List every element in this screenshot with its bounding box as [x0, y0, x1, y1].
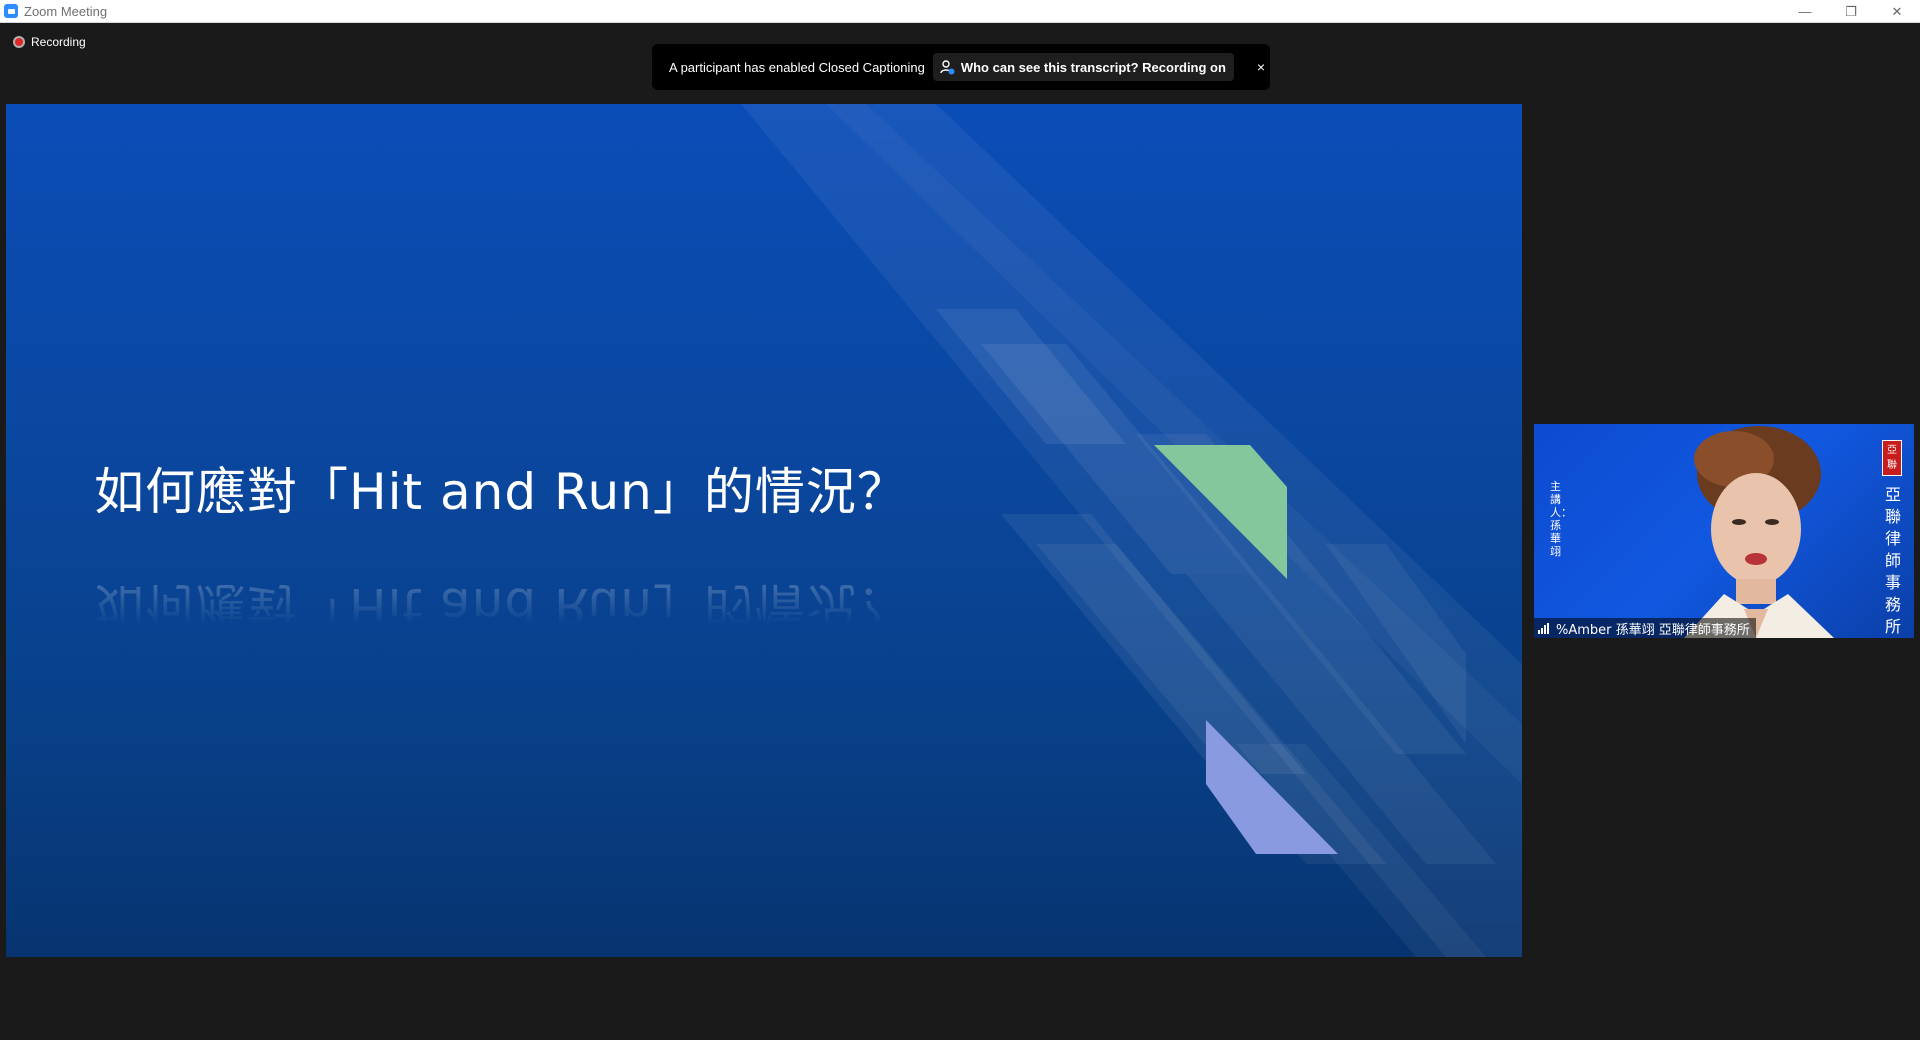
participant-name: %Amber 孫華翊 亞聯律師事務所	[1556, 622, 1750, 638]
window-title: Zoom Meeting	[24, 3, 108, 19]
window-titlebar: Zoom Meeting — ❐ ✕	[0, 0, 1920, 23]
closed-caption-banner: A participant has enabled Closed Caption…	[652, 44, 1270, 90]
speaker-caption-vertical: 主講人：孫華翊	[1550, 480, 1572, 558]
recording-indicator[interactable]: Recording	[13, 35, 86, 49]
signal-strength-icon	[1538, 622, 1552, 634]
shared-screen-slide: 如何應對「Hit and Run」的情況？ 如何應對「Hit and Run」的…	[6, 104, 1522, 957]
recording-label: Recording	[31, 35, 86, 49]
slide-decoration	[741, 104, 1522, 957]
transcript-visibility-link[interactable]: Who can see this transcript? Recording o…	[932, 53, 1234, 81]
recording-dot-icon	[13, 36, 25, 48]
zoom-app-icon	[4, 4, 18, 18]
close-window-button[interactable]: ✕	[1874, 0, 1920, 23]
close-banner-button[interactable]: ×	[1252, 58, 1270, 76]
window-controls: — ❐ ✕	[1782, 0, 1920, 23]
person-info-icon	[940, 60, 955, 75]
slide-title: 如何應對「Hit and Run」的情況？	[94, 463, 908, 521]
transcript-visibility-text: Who can see this transcript? Recording o…	[960, 59, 1226, 75]
minimize-button[interactable]: —	[1782, 0, 1828, 23]
slide-title-reflection: 如何應對「Hit and Run」的情況？	[94, 577, 908, 635]
law-firm-seal: 亞聯	[1882, 440, 1902, 476]
law-firm-name-vertical: 亞聯律師事務所	[1884, 485, 1901, 636]
participant-video-feed	[1684, 426, 1834, 638]
participant-video-tile[interactable]: 主講人：孫華翊 亞聯 亞聯律師事務所 %Amber 孫華翊 亞聯律師事務所	[1534, 424, 1914, 638]
participant-name-bar: %Amber 孫華翊 亞聯律師事務所	[1534, 618, 1756, 638]
restore-button[interactable]: ❐	[1828, 0, 1874, 23]
closed-caption-message: A participant has enabled Closed Caption…	[669, 59, 925, 75]
